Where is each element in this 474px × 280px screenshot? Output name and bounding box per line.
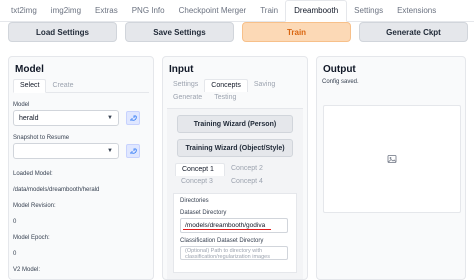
refresh-icon <box>130 148 137 154</box>
input-tabs-row2: Generate Testing <box>167 92 303 105</box>
tab-train[interactable]: Train <box>253 6 285 21</box>
classification-directory-label: Classification Dataset Directory <box>180 238 264 244</box>
tab-concepts[interactable]: Concepts <box>204 79 248 92</box>
tab-testing[interactable]: Testing <box>208 92 242 105</box>
tab-concept-3[interactable]: Concept 3 <box>175 176 225 189</box>
top-nav: txt2img img2img Extras PNG Info Checkpoi… <box>0 0 474 22</box>
output-panel-title: Output <box>323 64 356 75</box>
tab-png-info[interactable]: PNG Info <box>125 6 172 21</box>
load-settings-button[interactable]: Load Settings <box>8 22 117 42</box>
model-label: Model <box>13 102 30 108</box>
model-epoch-value: 0 <box>13 251 17 257</box>
snapshot-dropdown[interactable]: ▼ <box>13 143 119 159</box>
output-image-preview <box>323 105 461 213</box>
tab-img2img[interactable]: img2img <box>44 6 88 21</box>
refresh-snapshots-button[interactable] <box>126 144 140 158</box>
tab-settings[interactable]: Settings <box>347 6 390 21</box>
tab-concept-2[interactable]: Concept 2 <box>225 163 275 176</box>
tab-concept-1[interactable]: Concept 1 <box>175 163 225 176</box>
tab-saving[interactable]: Saving <box>248 79 281 92</box>
classification-directory-input[interactable]: (Optional) Path to directory with classi… <box>180 246 288 260</box>
refresh-icon <box>130 115 137 121</box>
chevron-down-icon: ▼ <box>107 148 113 154</box>
snapshot-label: Snapshot to Resume <box>13 135 70 141</box>
tab-dreambooth[interactable]: Dreambooth <box>285 0 348 22</box>
tab-checkpoint-merger[interactable]: Checkpoint Merger <box>172 6 254 21</box>
model-dropdown[interactable]: herald ▼ <box>13 110 119 126</box>
model-revision-value: 0 <box>13 219 17 225</box>
model-epoch-label: Model Epoch: <box>13 235 50 241</box>
dataset-directory-input[interactable]: /models/dreambooth/godiva <box>180 218 288 233</box>
tab-select[interactable]: Select <box>13 79 47 93</box>
tab-create[interactable]: Create <box>46 82 79 92</box>
tab-txt2img[interactable]: txt2img <box>4 6 44 21</box>
generate-ckpt-button[interactable]: Generate Ckpt <box>359 22 468 42</box>
train-button[interactable]: Train <box>242 22 351 42</box>
wizard-object-button[interactable]: Training Wizard (Object/Style) <box>177 139 293 157</box>
status-text: Config saved. <box>322 79 359 85</box>
directories-section: Directories Dataset Directory /models/dr… <box>173 193 297 273</box>
model-tabs: Select Create <box>13 79 149 93</box>
directories-label: Directories <box>180 198 209 204</box>
highlight-underline <box>183 228 271 230</box>
concept-tabs: Concept 1 Concept 2 Concept 3 Concept 4 <box>175 163 295 189</box>
tab-extras[interactable]: Extras <box>88 6 125 21</box>
refresh-models-button[interactable] <box>126 111 140 125</box>
save-settings-button[interactable]: Save Settings <box>125 22 234 42</box>
input-panel: Input Settings Concepts Saving Generate … <box>162 56 308 280</box>
model-panel-title: Model <box>15 64 44 75</box>
chevron-down-icon: ▼ <box>107 115 113 121</box>
tab-extensions[interactable]: Extensions <box>390 6 443 21</box>
loaded-model-value: /data/models/dreambooth/herald <box>13 187 100 193</box>
v2-model-label: V2 Model: <box>13 267 41 273</box>
model-panel: Model Select Create Model herald ▼ Snaps… <box>8 56 154 280</box>
concepts-area: Training Wizard (Person) Training Wizard… <box>167 108 303 279</box>
input-panel-title: Input <box>169 64 194 75</box>
tab-concept-4[interactable]: Concept 4 <box>225 176 275 189</box>
wizard-person-button[interactable]: Training Wizard (Person) <box>177 115 293 133</box>
loaded-model-label: Loaded Model: <box>13 171 53 177</box>
output-panel: Output Config saved. <box>316 56 466 280</box>
input-tabs: Settings Concepts Saving <box>167 79 303 92</box>
action-bar: Load Settings Save Settings Train Genera… <box>8 22 468 44</box>
image-placeholder-icon <box>387 155 397 163</box>
model-dropdown-value: herald <box>19 114 39 122</box>
dataset-directory-label: Dataset Directory <box>180 210 227 216</box>
model-revision-label: Model Revision: <box>13 203 56 209</box>
tab-generate[interactable]: Generate <box>167 92 208 105</box>
tab-settings-sub[interactable]: Settings <box>167 79 204 92</box>
